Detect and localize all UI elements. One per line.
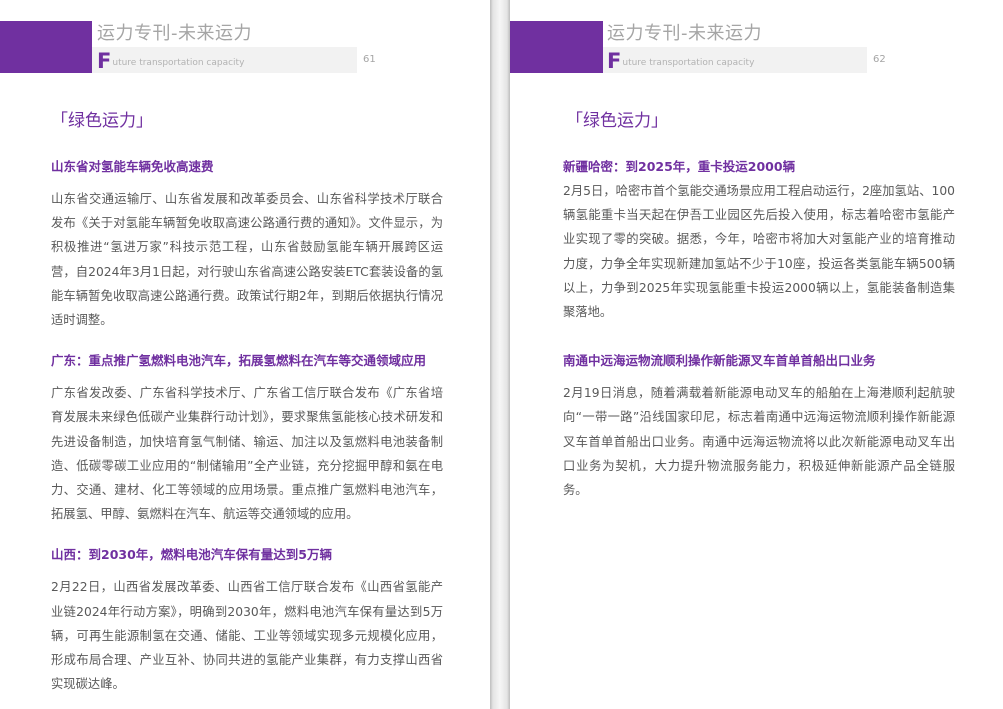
header-subtitle-initial: F xyxy=(97,49,112,73)
header-subtitle-text: uture transportation capacity xyxy=(622,58,755,68)
article-body: 山东省交通运输厅、山东省发展和改革委员会、山东省科学技术厅联合发布《关于对氢能车… xyxy=(51,192,443,328)
article: 新疆哈密：到2025年，重卡投运2000辆 2月5日，哈密市首个氢能交通场景应用… xyxy=(563,157,955,324)
article-column: 新疆哈密：到2025年，重卡投运2000辆 2月5日，哈密市首个氢能交通场景应用… xyxy=(563,157,955,521)
article: 山东省对氢能车辆免收高速费 山东省交通运输厅、山东省发展和改革委员会、山东省科学… xyxy=(51,157,443,332)
header-subtitle-initial: F xyxy=(607,49,622,73)
page-right: 运力专刊-未来运力 Future transportation capacity… xyxy=(510,0,1003,709)
article-title: 广东：重点推广氢燃料电池汽车，拓展氢燃料在汽车等交通领域应用 xyxy=(51,353,427,369)
article-title: 南通中远海运物流顺利操作新能源叉车首单首船出口业务 xyxy=(563,353,876,369)
document-viewer: 运力专刊-未来运力 Future transportation capacity… xyxy=(0,0,1003,709)
article-body: 2月22日，山西省发展改革委、山西省工信厅联合发布《山西省氢能产业链2024年行… xyxy=(51,580,443,692)
section-heading: 「绿色运力」 xyxy=(566,111,668,131)
header-title: 运力专刊-未来运力 xyxy=(97,23,252,44)
header-subtitle: Future transportation capacity xyxy=(97,48,244,76)
article-body: 2月5日，哈密市首个氢能交通场景应用工程启动运行，2座加氢站、100辆氢能重卡当… xyxy=(563,184,955,320)
section-heading: 「绿色运力」 xyxy=(51,111,153,131)
article-title: 山东省对氢能车辆免收高速费 xyxy=(51,159,214,174)
header-color-block xyxy=(510,21,603,73)
article-body: 2月19日消息，随着满载着新能源电动叉车的船舶在上海港顺利起航驶向“一带一路”沿… xyxy=(563,386,955,498)
article: 山西：到2030年，燃料电池汽车保有量达到5万辆 2月22日，山西省发展改革委、… xyxy=(51,545,443,696)
page-number: 61 xyxy=(363,54,376,65)
article: 广东：重点推广氢燃料电池汽车，拓展氢燃料在汽车等交通领域应用 广东省发改委、广东… xyxy=(51,351,443,526)
header-subtitle-text: uture transportation capacity xyxy=(112,58,245,68)
header-color-block xyxy=(0,21,92,73)
page-gutter xyxy=(490,0,510,709)
article-body: 广东省发改委、广东省科学技术厅、广东省工信厅联合发布《广东省培育发展未来绿色低碳… xyxy=(51,386,443,522)
header-title: 运力专刊-未来运力 xyxy=(607,23,762,44)
article: 南通中远海运物流顺利操作新能源叉车首单首船出口业务 2月19日消息，随着满载着新… xyxy=(563,351,955,502)
article-title: 新疆哈密：到2025年，重卡投运2000辆 xyxy=(563,159,796,174)
page-left: 运力专刊-未来运力 Future transportation capacity… xyxy=(0,0,490,709)
article-column: 山东省对氢能车辆免收高速费 山东省交通运输厅、山东省发展和改革委员会、山东省科学… xyxy=(51,157,443,709)
page-number: 62 xyxy=(873,54,886,65)
article-title: 山西：到2030年，燃料电池汽车保有量达到5万辆 xyxy=(51,547,332,563)
header-subtitle: Future transportation capacity xyxy=(607,48,754,76)
